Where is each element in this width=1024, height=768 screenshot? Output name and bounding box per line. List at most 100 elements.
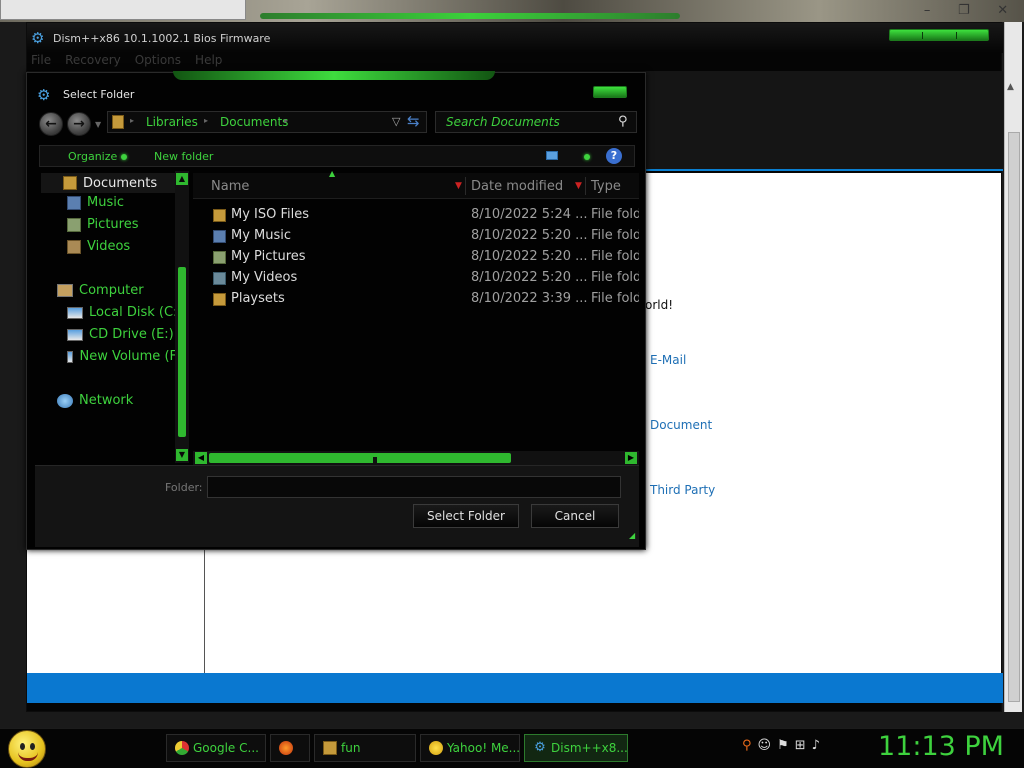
start-button[interactable] xyxy=(8,730,46,768)
scrollbar-thumb[interactable] xyxy=(209,453,511,463)
breadcrumb-separator-icon[interactable]: ▸ xyxy=(204,116,208,125)
dism-window-controls[interactable] xyxy=(889,29,989,41)
menu-recovery[interactable]: Recovery xyxy=(65,53,121,71)
view-options-icon[interactable] xyxy=(546,151,558,160)
minimize-icon[interactable]: – xyxy=(924,3,931,18)
file-list: ▲ Name ▼ Date modified ▼ Type My ISO Fil… xyxy=(193,169,639,463)
page-scrollbar[interactable]: ▲ xyxy=(1004,22,1022,712)
background-browser-tab[interactable] xyxy=(0,0,246,20)
search-input[interactable]: Search Documents xyxy=(446,115,560,129)
forward-button[interactable]: → xyxy=(67,112,91,136)
column-name[interactable]: Name xyxy=(211,179,249,194)
cancel-button[interactable]: Cancel xyxy=(531,504,619,528)
search-icon[interactable]: ⚲ xyxy=(742,738,752,753)
nav-item-local-disk[interactable]: Local Disk (C:) xyxy=(67,305,182,320)
nav-item-cd-drive[interactable]: CD Drive (E:) xyxy=(67,327,174,342)
file-row[interactable]: Playsets 8/10/2022 3:39 ... File fold xyxy=(193,289,639,310)
nav-pane-scrollbar[interactable]: ▲ ▼ xyxy=(175,171,189,463)
resize-grip-icon[interactable]: ◢ xyxy=(629,531,635,540)
file-type: File fold xyxy=(591,228,639,243)
hard-drive-icon xyxy=(67,306,83,319)
file-row[interactable]: My ISO Files 8/10/2022 5:24 ... File fol… xyxy=(193,205,639,226)
file-name: My Videos xyxy=(231,270,298,285)
scroll-up-icon[interactable]: ▲ xyxy=(176,173,188,185)
view-dropdown-icon[interactable] xyxy=(580,150,590,163)
breadcrumb-separator-icon[interactable]: ▸ xyxy=(284,116,288,125)
dism-link-third-party[interactable]: Third Party xyxy=(650,483,715,497)
column-date-modified[interactable]: Date modified xyxy=(471,179,563,194)
videos-folder-icon xyxy=(213,272,226,285)
folder-input[interactable] xyxy=(207,476,621,498)
menu-options[interactable]: Options xyxy=(135,53,181,71)
yahoo-messenger-icon xyxy=(429,741,443,755)
back-button[interactable]: ← xyxy=(39,112,63,136)
nav-item-videos[interactable]: Videos xyxy=(67,239,130,254)
dialog-top-glow xyxy=(173,71,495,80)
nav-item-computer[interactable]: Computer xyxy=(57,283,144,298)
dism-menubar: File Recovery Options Help xyxy=(27,53,1003,71)
search-box[interactable]: Search Documents ⚲ xyxy=(435,111,637,133)
restore-icon[interactable]: ❐ xyxy=(958,3,970,18)
nav-item-network[interactable]: Network xyxy=(57,393,133,408)
breadcrumb-separator-icon[interactable]: ▸ xyxy=(130,116,134,125)
search-icon[interactable]: ⚲ xyxy=(618,114,628,129)
dialog-close-button[interactable] xyxy=(593,86,627,98)
file-row[interactable]: My Videos 8/10/2022 5:20 ... File fold xyxy=(193,268,639,289)
column-filter-icon[interactable]: ▼ xyxy=(575,181,582,191)
file-row[interactable]: My Pictures 8/10/2022 5:20 ... File fold xyxy=(193,247,639,268)
scrollbar-thumb[interactable] xyxy=(178,267,186,437)
scroll-left-icon[interactable]: ◀ xyxy=(195,452,207,464)
scroll-right-icon[interactable]: ▶ xyxy=(625,452,637,464)
address-dropdown-icon[interactable]: ▽ xyxy=(392,115,400,128)
scrollbar-thumb[interactable] xyxy=(1008,132,1020,702)
cd-drive-icon xyxy=(67,328,83,341)
close-icon[interactable]: ✕ xyxy=(997,3,1008,18)
taskbar-clock[interactable]: 11:13 PM xyxy=(878,731,1004,762)
folder-icon xyxy=(213,209,226,222)
gear-icon: ⚙ xyxy=(37,86,51,104)
scroll-up-icon[interactable]: ▲ xyxy=(1007,82,1014,92)
file-row[interactable]: My Music 8/10/2022 5:20 ... File fold xyxy=(193,226,639,247)
breadcrumb-libraries[interactable]: Libraries xyxy=(146,115,198,129)
action-center-flag-icon[interactable]: ⚑ xyxy=(777,738,789,753)
refresh-icon[interactable]: ⇆ xyxy=(407,112,420,130)
file-list-hscrollbar[interactable]: ◀ ▶ xyxy=(193,451,639,465)
select-folder-button[interactable]: Select Folder xyxy=(413,504,519,528)
scroll-down-icon[interactable]: ▼ xyxy=(176,449,188,461)
help-icon[interactable]: ? xyxy=(606,148,622,164)
taskbar-item-fun[interactable]: fun xyxy=(314,734,416,762)
background-window-controls: – ❐ ✕ xyxy=(910,0,1022,20)
taskbar-item-yahoo[interactable]: Yahoo! Me... xyxy=(420,734,520,762)
dialog-footer: Folder: Select Folder Cancel xyxy=(35,465,639,547)
taskbar-item-dism[interactable]: ⚙ Dism++x8... xyxy=(524,734,628,762)
column-type[interactable]: Type xyxy=(591,179,621,194)
nav-item-new-volume[interactable]: New Volume (F xyxy=(67,349,177,364)
organize-button[interactable]: Organize xyxy=(68,150,128,163)
file-date: 8/10/2022 5:24 ... xyxy=(471,207,588,222)
file-type: File fold xyxy=(591,270,639,285)
gear-icon: ⚙ xyxy=(534,740,546,755)
music-folder-icon xyxy=(213,230,226,243)
folder-icon xyxy=(112,115,124,129)
navigation-pane: Documents Music Pictures Videos Computer… xyxy=(35,171,187,463)
menu-help[interactable]: Help xyxy=(195,53,222,71)
taskbar-item-firefox[interactable] xyxy=(270,734,310,762)
address-bar[interactable]: ▸ Libraries ▸ Documents ▸ ▽ xyxy=(107,111,427,133)
nav-item-documents[interactable]: Documents xyxy=(41,173,181,193)
messenger-tray-icon[interactable]: ☺ xyxy=(758,738,772,753)
column-filter-icon[interactable]: ▼ xyxy=(455,181,462,191)
dism-link-email[interactable]: E-Mail xyxy=(650,353,686,367)
breadcrumb-documents[interactable]: Documents xyxy=(220,115,288,129)
new-folder-button[interactable]: New folder xyxy=(154,150,213,163)
volume-icon[interactable]: ♪ xyxy=(812,738,820,753)
menu-file[interactable]: File xyxy=(31,53,51,71)
taskbar-item-chrome[interactable]: Google C... xyxy=(166,734,266,762)
nav-item-pictures[interactable]: Pictures xyxy=(67,217,138,232)
system-tray: ⚲ ☺ ⚑ ⊞ ♪ xyxy=(742,738,820,753)
network-tray-icon[interactable]: ⊞ xyxy=(795,738,806,753)
recent-locations-dropdown-icon[interactable]: ▼ xyxy=(95,120,101,129)
nav-item-music[interactable]: Music xyxy=(67,195,124,210)
dism-link-document[interactable]: Document xyxy=(650,418,712,432)
dism-statusbar xyxy=(27,673,1003,703)
file-type: File fold xyxy=(591,249,639,264)
